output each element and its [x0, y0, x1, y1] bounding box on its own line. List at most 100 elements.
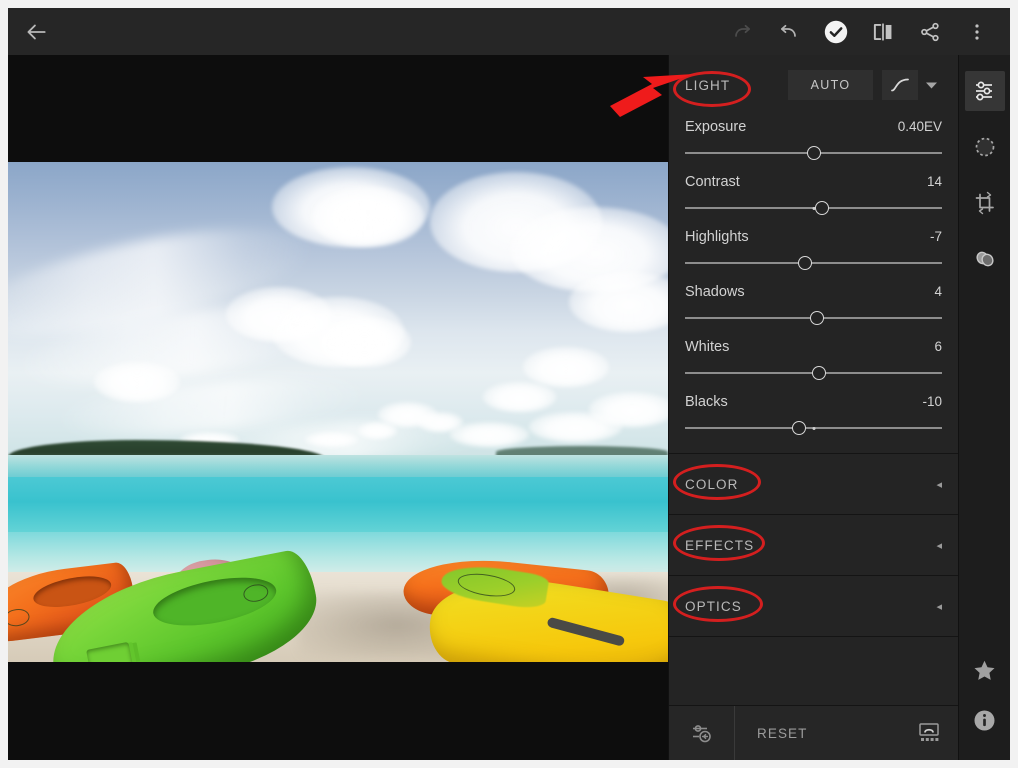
slider-track[interactable]: [685, 146, 942, 160]
cloud: [588, 392, 668, 427]
export-button[interactable]: [899, 706, 959, 761]
back-button[interactable]: [8, 8, 64, 55]
cloud: [357, 422, 398, 439]
star-icon: [974, 660, 995, 680]
cloud: [318, 317, 411, 367]
selective-mask-tab[interactable]: [965, 127, 1005, 167]
slider-track[interactable]: [685, 311, 942, 325]
add-preset-button[interactable]: [669, 705, 735, 760]
light-sliders: Exposure 0.40EV Contrast 14 Highlights -7 Shad…: [685, 115, 942, 445]
slider-name: Contrast: [685, 174, 740, 190]
slider-value: 0.40EV: [897, 119, 942, 134]
confirm-button[interactable]: [812, 8, 859, 55]
section-color[interactable]: COLOR ◂: [669, 454, 958, 515]
slider-value: -10: [922, 394, 942, 409]
share-icon: [920, 22, 939, 41]
light-section-header[interactable]: LIGHT AUTO: [685, 55, 942, 115]
slider-track-line: [685, 262, 942, 264]
tool-rail: [958, 55, 1010, 760]
slider-name: Blacks: [685, 394, 728, 410]
overflow-menu-button[interactable]: [953, 8, 1000, 55]
export-icon: [919, 723, 939, 741]
cloud: [93, 362, 180, 402]
undo-icon: [780, 24, 796, 37]
slider-label-line: Contrast 14: [685, 174, 942, 190]
auto-button[interactable]: AUTO: [788, 70, 873, 100]
slider-value: -7: [929, 229, 942, 244]
ocean-mid-band: [8, 477, 668, 532]
section-effects[interactable]: EFFECTS ◂: [669, 515, 958, 576]
section-title: COLOR: [685, 476, 739, 492]
tone-curve-button[interactable]: [882, 70, 918, 100]
photo-image[interactable]: [8, 162, 668, 662]
reset-button[interactable]: RESET: [735, 706, 899, 761]
slider-name: Highlights: [685, 229, 749, 245]
tone-curve-icon: [891, 78, 909, 92]
slider-value: 4: [934, 284, 942, 299]
back-arrow-icon: [27, 24, 46, 39]
slider-label-line: Highlights -7: [685, 229, 942, 245]
undo-button[interactable]: [765, 8, 812, 55]
edit-panel: LIGHT AUTO Exposure 0.40EV Contrast 14 Highl…: [668, 55, 959, 760]
slider-track[interactable]: [685, 201, 942, 215]
slider-track[interactable]: [685, 421, 942, 435]
cloud: [305, 432, 358, 447]
before-after-split-icon: [873, 23, 891, 40]
slider-row: Blacks -10: [685, 390, 942, 445]
slider-knob[interactable]: [797, 256, 812, 270]
slider-knob[interactable]: [810, 311, 825, 325]
slider-label-line: Exposure 0.40EV: [685, 119, 942, 135]
light-section-title: LIGHT: [685, 77, 731, 93]
chevron-left-icon: ◂: [936, 539, 942, 552]
slider-track[interactable]: [685, 256, 942, 270]
slider-label-line: Blacks -10: [685, 394, 942, 410]
light-section: LIGHT AUTO Exposure 0.40EV Contrast 14 Highl…: [669, 55, 958, 445]
redo-icon: [734, 24, 750, 37]
top-toolbar: [8, 8, 1010, 55]
photo-canvas[interactable]: [8, 55, 668, 760]
sliders-icon: [975, 81, 992, 101]
panel-bottom-bar: RESET: [669, 705, 959, 760]
slider-knob[interactable]: [806, 146, 821, 160]
share-button[interactable]: [906, 8, 953, 55]
tone-curve-dropdown[interactable]: [920, 70, 942, 100]
healing-tab[interactable]: [965, 239, 1005, 279]
healing-brush-icon: [975, 251, 994, 267]
ocean-far-band: [8, 454, 668, 477]
edit-panel-tab[interactable]: [964, 71, 1005, 111]
slider-row: Shadows 4: [685, 280, 942, 335]
slider-name: Shadows: [685, 284, 745, 300]
cloud: [483, 382, 556, 412]
check-circle-icon: [824, 20, 847, 43]
info-circle-icon: [974, 710, 995, 730]
cloud: [311, 187, 424, 247]
slider-center-tick: [812, 426, 815, 430]
slider-name: Exposure: [685, 119, 747, 135]
crop-tab[interactable]: [965, 183, 1005, 223]
chevron-left-icon: ◂: [936, 478, 942, 491]
slider-row: Whites 6: [685, 335, 942, 390]
slider-track[interactable]: [685, 366, 942, 380]
redo-button[interactable]: [718, 8, 765, 55]
toolbar-actions: [718, 8, 1010, 55]
slider-knob[interactable]: [815, 201, 830, 215]
slider-knob[interactable]: [792, 421, 807, 435]
section-title: EFFECTS: [685, 537, 755, 553]
slider-label-line: Whites 6: [685, 339, 942, 355]
slider-row: Highlights -7: [685, 225, 942, 280]
slider-value: 14: [926, 174, 942, 189]
collapsed-sections: COLOR ◂ EFFECTS ◂ OPTICS ◂: [669, 454, 958, 637]
kebab-menu-icon: [974, 23, 979, 40]
section-optics[interactable]: OPTICS ◂: [669, 576, 958, 637]
slider-row: Contrast 14: [685, 170, 942, 225]
crop-rotate-icon: [975, 191, 994, 215]
before-after-button[interactable]: [859, 8, 906, 55]
slider-label-line: Shadows 4: [685, 284, 942, 300]
slider-value: 6: [934, 339, 942, 354]
rating-star-button[interactable]: [965, 650, 1005, 690]
info-button[interactable]: [965, 700, 1005, 740]
dashed-circle-icon: [975, 137, 994, 157]
screenshot-root: LIGHT AUTO Exposure 0.40EV Contrast 14 Highl…: [0, 0, 1018, 768]
slider-knob[interactable]: [811, 366, 826, 380]
slider-name: Whites: [685, 339, 730, 355]
